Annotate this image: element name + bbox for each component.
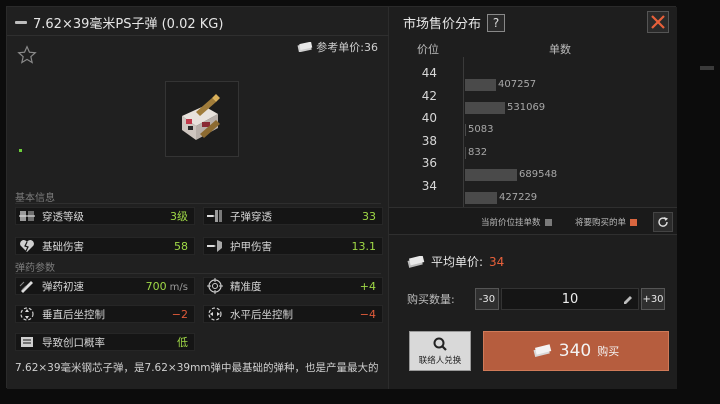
cash-icon bbox=[407, 255, 425, 268]
quantity-bar-label: 5083 bbox=[468, 124, 494, 135]
price-tick-label: 42 bbox=[421, 88, 437, 103]
stat-penetration-level: 穿透等级 3级 bbox=[15, 207, 195, 225]
divider bbox=[15, 273, 381, 274]
armor-damage-icon bbox=[206, 238, 224, 254]
quantity-bar bbox=[465, 79, 496, 91]
legend-swatch-gray bbox=[544, 218, 552, 226]
close-button[interactable] bbox=[647, 11, 669, 33]
favorite-star-icon[interactable] bbox=[17, 45, 37, 65]
quantity-row: 购买数量: -30 10 +30 bbox=[407, 287, 669, 311]
legend-current: 当前价位挂单数 bbox=[481, 216, 552, 228]
stat-base-damage: 基础伤害 58 bbox=[15, 237, 195, 255]
price-column-header: 价位 bbox=[417, 43, 439, 56]
item-title: 7.62×39毫米PS子弹 (0.02 KG) bbox=[33, 16, 224, 32]
market-title-row: 市场售价分布 ? bbox=[403, 13, 506, 32]
bullet-icon bbox=[15, 20, 27, 24]
reference-price-text: 参考单价:36 bbox=[316, 41, 378, 54]
penetration-level-icon bbox=[18, 208, 36, 224]
quantity-bar bbox=[465, 124, 466, 136]
stat-vertical-recoil: 垂直后坐控制 −2 bbox=[15, 305, 195, 323]
item-image bbox=[165, 81, 239, 157]
item-detail-panel: 7.62×39毫米PS子弹 (0.02 KG) 参考单价:36 基本信息 穿透等… bbox=[7, 7, 389, 389]
section-ammo-params: 弹药参数 bbox=[15, 263, 55, 274]
contact-redeem-button[interactable]: 联络人兑换 bbox=[409, 331, 471, 371]
price-tick-label: 40 bbox=[421, 111, 437, 125]
quantity-column-header: 单数 bbox=[549, 43, 571, 56]
search-icon bbox=[433, 337, 447, 351]
price-tick-label: 38 bbox=[421, 133, 437, 148]
quantity-bar bbox=[465, 191, 497, 204]
quantity-bar-label: 427229 bbox=[499, 191, 538, 203]
divider bbox=[15, 203, 381, 204]
stat-wound-chance: 导致创口概率 低 bbox=[15, 333, 195, 351]
cash-icon bbox=[533, 344, 552, 358]
buy-button[interactable]: 340 购买 bbox=[483, 331, 669, 371]
chart-axis bbox=[463, 57, 464, 207]
decrease-button[interactable]: -30 bbox=[475, 288, 499, 310]
section-basic-info: 基本信息 bbox=[15, 193, 55, 204]
quantity-bar bbox=[465, 169, 517, 181]
average-price: 平均单价: 34 bbox=[407, 253, 504, 270]
quantity-bar-label: 689548 bbox=[519, 169, 558, 180]
status-dot bbox=[19, 149, 22, 152]
cash-icon bbox=[297, 42, 313, 52]
quantity-input[interactable]: 10 bbox=[501, 288, 639, 310]
average-price-value: 34 bbox=[489, 254, 505, 269]
quantity-bar-label: 832 bbox=[468, 146, 488, 158]
reference-price: 参考单价:36 bbox=[297, 39, 378, 55]
close-icon bbox=[651, 15, 665, 29]
stat-bullet-penetration: 子弹穿透 33 bbox=[203, 207, 383, 225]
price-tick-label: 34 bbox=[421, 178, 437, 193]
quantity-bar-label: 407257 bbox=[498, 79, 537, 90]
horizontal-recoil-icon bbox=[206, 306, 224, 322]
divider bbox=[7, 35, 389, 36]
muzzle-velocity-icon bbox=[18, 278, 36, 294]
item-description: 7.62×39毫米钢芯子弹，是7.62×39mm弹中最基础的弹种，也是产量最大的 bbox=[15, 362, 379, 374]
price-distribution-chart: 44 42 40 38 36 34 407257 531069 5083 832 689548 427… bbox=[389, 57, 677, 207]
legend-swatch-orange bbox=[630, 218, 638, 226]
quantity-bar bbox=[465, 101, 505, 114]
increase-button[interactable]: +30 bbox=[641, 288, 665, 310]
refresh-icon bbox=[658, 217, 668, 227]
quantity-bar bbox=[465, 146, 466, 159]
stat-horizontal-recoil: 水平后坐控制 −4 bbox=[203, 305, 383, 323]
crosshair-icon bbox=[206, 278, 224, 294]
help-button[interactable]: ? bbox=[487, 13, 506, 32]
item-title-row: 7.62×39毫米PS子弹 (0.02 KG) bbox=[15, 11, 223, 33]
ammo-box-icon bbox=[182, 94, 220, 140]
chart-legend: 当前价位挂单数 将要购买的单 bbox=[389, 207, 677, 235]
bullet-penetration-icon bbox=[206, 208, 224, 224]
stat-armor-damage: 护甲伤害 13.1 bbox=[203, 237, 383, 255]
quantity-label: 购买数量: bbox=[407, 293, 455, 306]
market-panel: 市场售价分布 ? 价位 单数 44 42 40 38 36 34 407257 531069 5… bbox=[389, 7, 677, 389]
refresh-button[interactable] bbox=[653, 212, 673, 232]
quantity-bar-label: 531069 bbox=[507, 101, 546, 113]
price-tick-label: 36 bbox=[421, 156, 437, 170]
pen-icon bbox=[624, 296, 632, 304]
broken-heart-icon bbox=[18, 238, 36, 254]
wound-chance-icon bbox=[18, 334, 36, 350]
price-tick-label: 44 bbox=[421, 66, 437, 80]
vertical-recoil-icon bbox=[18, 306, 36, 322]
stat-muzzle-velocity: 弹药初速 700 m/s bbox=[15, 277, 195, 295]
background-decoration bbox=[700, 66, 714, 70]
stat-accuracy: 精准度 +4 bbox=[203, 277, 383, 295]
market-title: 市场售价分布 bbox=[403, 17, 482, 32]
market-window: 7.62×39毫米PS子弹 (0.02 KG) 参考单价:36 基本信息 穿透等… bbox=[6, 6, 677, 389]
legend-buy: 将要购买的单 bbox=[575, 216, 638, 228]
